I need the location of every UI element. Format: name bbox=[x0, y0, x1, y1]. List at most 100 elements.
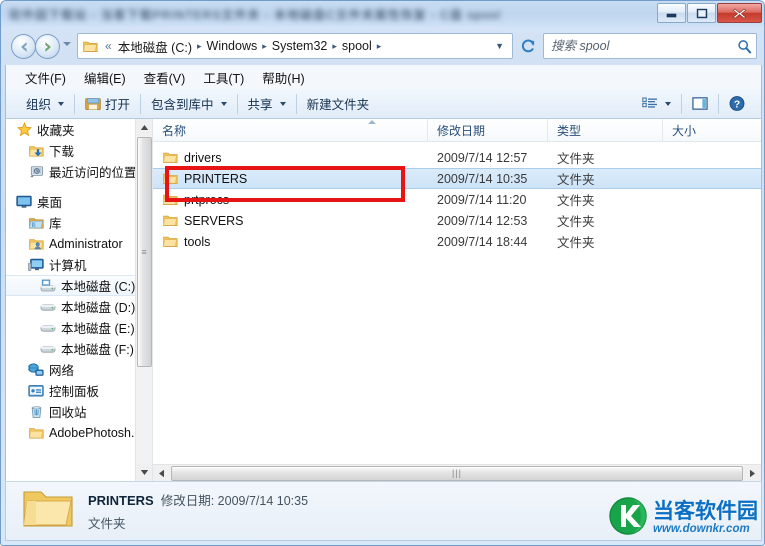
address-overflow-chevron[interactable]: « bbox=[102, 39, 115, 53]
breadcrumb-separator[interactable]: ▸ bbox=[330, 41, 339, 52]
computer-icon bbox=[28, 257, 44, 273]
menu-view[interactable]: 查看(V) bbox=[135, 65, 195, 90]
maximize-button[interactable] bbox=[687, 3, 716, 23]
new-folder-label: 新建文件夹 bbox=[306, 98, 370, 112]
include-in-library-button[interactable]: 包含到库中 bbox=[143, 90, 235, 117]
scroll-left-button[interactable] bbox=[153, 464, 170, 481]
column-header-name[interactable]: 名称 bbox=[153, 119, 428, 141]
address-dropdown-caret[interactable]: ▼ bbox=[489, 41, 510, 51]
details-file-type: 文件夹 bbox=[88, 517, 126, 531]
file-type: 文件夹 bbox=[557, 194, 595, 208]
menu-edit[interactable]: 编辑(E) bbox=[75, 65, 135, 90]
column-header-type[interactable]: 类型 bbox=[548, 119, 663, 141]
search-icon[interactable] bbox=[736, 38, 752, 54]
title-bar[interactable]: 软件园下载站 - 当客下载PRINTERS文件夹 - 本地磁盘C文件夹属性恢复 … bbox=[1, 1, 764, 27]
recycle-bin-icon bbox=[28, 404, 44, 420]
open-label: 打开 bbox=[105, 98, 131, 112]
sidebar-item-drive-c[interactable]: 本地磁盘 (C:) bbox=[6, 275, 152, 296]
sort-ascending-icon bbox=[368, 120, 376, 124]
user-folder-icon bbox=[28, 236, 44, 252]
breadcrumb-system32[interactable]: System32 bbox=[269, 37, 331, 55]
file-date: 2009/7/14 10:35 bbox=[437, 171, 528, 186]
new-folder-button[interactable]: 新建文件夹 bbox=[299, 90, 378, 117]
sidebar-scrollbar[interactable]: ≡ bbox=[135, 119, 152, 481]
breadcrumb-spool[interactable]: spool bbox=[339, 37, 375, 55]
horizontal-scroll-thumb[interactable]: ||| bbox=[171, 465, 743, 481]
sidebar-label: Administrator bbox=[49, 236, 123, 251]
breadcrumb-separator[interactable]: ▸ bbox=[375, 41, 384, 52]
scroll-down-button[interactable] bbox=[136, 464, 152, 481]
close-button[interactable] bbox=[717, 3, 762, 23]
sidebar-item-network[interactable]: 网络 bbox=[6, 359, 152, 380]
toolbar-separator bbox=[295, 93, 297, 114]
drive-icon bbox=[40, 320, 56, 336]
svg-text:?: ? bbox=[734, 99, 740, 110]
folder-icon bbox=[82, 38, 98, 54]
scroll-up-button[interactable] bbox=[136, 119, 152, 136]
recent-pages-dropdown[interactable] bbox=[63, 42, 71, 46]
sidebar-item-downloads[interactable]: 下载 bbox=[6, 140, 152, 161]
table-row[interactable]: tools 2009/7/14 18:44 文件夹 bbox=[153, 231, 761, 252]
sidebar-item-recycle-bin[interactable]: 回收站 bbox=[6, 401, 152, 422]
preview-pane-button[interactable] bbox=[684, 92, 716, 116]
table-row[interactable]: drivers 2009/7/14 12:57 文件夹 bbox=[153, 147, 761, 168]
sidebar-item-recent-places[interactable]: 最近访问的位置 bbox=[6, 161, 152, 182]
recent-places-icon bbox=[28, 164, 44, 180]
desktop-icon bbox=[16, 194, 32, 210]
help-button[interactable]: ? bbox=[721, 92, 753, 116]
view-mode-button[interactable] bbox=[634, 92, 679, 116]
sidebar-item-drive-d[interactable]: 本地磁盘 (D:) bbox=[6, 296, 152, 317]
drive-icon bbox=[40, 341, 56, 357]
table-row[interactable]: PRINTERS 2009/7/14 10:35 文件夹 bbox=[153, 168, 761, 189]
back-button[interactable] bbox=[11, 34, 36, 59]
file-rows: drivers 2009/7/14 12:57 文件夹 PRINTERS 200… bbox=[153, 142, 761, 252]
sidebar-item-computer[interactable]: 计算机 bbox=[6, 254, 152, 275]
sidebar-item-libraries[interactable]: 库 bbox=[6, 212, 152, 233]
scroll-right-button[interactable] bbox=[744, 464, 761, 481]
sidebar-item-drive-e[interactable]: 本地磁盘 (E:) bbox=[6, 317, 152, 338]
content-area: 收藏夹 下载 最近访问的位置 桌面 库 Administrator 计算机 本地… bbox=[5, 119, 762, 481]
file-type: 文件夹 bbox=[557, 173, 595, 187]
sidebar-item-control-panel[interactable]: 控制面板 bbox=[6, 380, 152, 401]
chevron-down-icon bbox=[279, 101, 286, 106]
download-folder-icon bbox=[28, 143, 44, 159]
column-header-size[interactable]: 大小 bbox=[663, 119, 743, 141]
breadcrumb-windows[interactable]: Windows bbox=[204, 37, 261, 55]
minimize-button[interactable] bbox=[657, 3, 686, 23]
sidebar-item-desktop[interactable]: 桌面 bbox=[6, 191, 152, 212]
search-input[interactable] bbox=[551, 39, 736, 53]
forward-button[interactable] bbox=[35, 34, 60, 59]
preview-pane-icon bbox=[692, 96, 708, 112]
chevron-down-icon bbox=[58, 101, 65, 106]
include-in-library-label: 包含到库中 bbox=[151, 98, 214, 112]
menu-help[interactable]: 帮助(H) bbox=[253, 65, 313, 90]
sidebar-label: 下载 bbox=[49, 145, 75, 159]
address-bar[interactable]: « 本地磁盘 (C:) ▸ Windows ▸ System32 ▸ spool… bbox=[77, 33, 513, 59]
sidebar-scroll-thumb[interactable]: ≡ bbox=[137, 137, 152, 367]
menu-tools[interactable]: 工具(T) bbox=[194, 65, 253, 90]
column-headers: 名称 修改日期 类型 大小 bbox=[153, 119, 761, 142]
menu-file[interactable]: 文件(F) bbox=[16, 65, 75, 90]
breadcrumb-separator[interactable]: ▸ bbox=[195, 41, 204, 52]
command-toolbar: 组织 打开 包含到库中 共享 新建文件夹 ? bbox=[5, 89, 762, 119]
sidebar-item-drive-f[interactable]: 本地磁盘 (F:) bbox=[6, 338, 152, 359]
table-row[interactable]: SERVERS 2009/7/14 12:53 文件夹 bbox=[153, 210, 761, 231]
sidebar-item-administrator[interactable]: Administrator bbox=[6, 233, 152, 254]
breadcrumb-separator[interactable]: ▸ bbox=[260, 41, 269, 52]
search-box[interactable] bbox=[543, 33, 757, 59]
organize-button[interactable]: 组织 bbox=[18, 90, 72, 117]
horizontal-scrollbar[interactable]: ||| bbox=[153, 464, 761, 481]
folder-icon bbox=[162, 171, 178, 187]
breadcrumb-drive-c[interactable]: 本地磁盘 (C:) bbox=[115, 35, 195, 58]
folder-icon bbox=[28, 425, 44, 441]
column-header-date[interactable]: 修改日期 bbox=[428, 119, 548, 141]
system-drive-icon bbox=[40, 278, 56, 294]
table-row[interactable]: prtprocs 2009/7/14 11:20 文件夹 bbox=[153, 189, 761, 210]
open-button[interactable]: 打开 bbox=[77, 90, 138, 117]
sidebar-item-adobe-photoshop[interactable]: AdobePhotosh... bbox=[6, 422, 152, 443]
sidebar-item-favorites[interactable]: 收藏夹 bbox=[6, 119, 152, 140]
details-line-primary: PRINTERS 修改日期: 2009/7/14 10:35 bbox=[88, 490, 308, 509]
refresh-button[interactable] bbox=[517, 35, 539, 57]
file-type: 文件夹 bbox=[557, 152, 595, 166]
share-button[interactable]: 共享 bbox=[240, 90, 294, 117]
